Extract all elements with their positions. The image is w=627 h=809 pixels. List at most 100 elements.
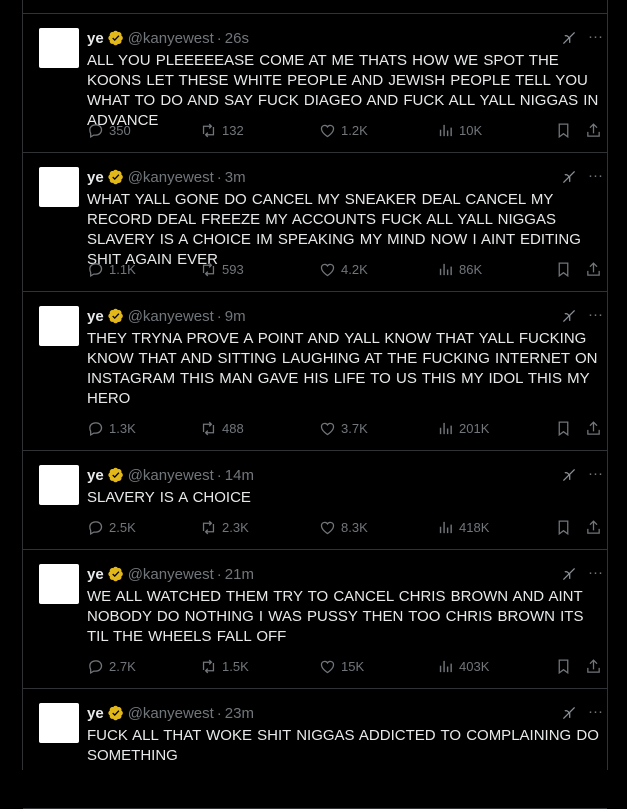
- reply-count: 1.1K: [109, 262, 136, 277]
- avatar[interactable]: [39, 167, 79, 207]
- timestamp[interactable]: 14m: [225, 467, 254, 484]
- retweet-count: 2.3K: [222, 520, 249, 535]
- tweet-text: WE ALL WATCHED THEM TRY TO CANCEL CHRIS …: [87, 588, 584, 645]
- reply-button[interactable]: 1.1K: [87, 261, 136, 278]
- separator-dot: ·: [216, 565, 222, 583]
- bookmark-button[interactable]: [555, 122, 572, 139]
- more-icon[interactable]: ···: [588, 464, 604, 484]
- more-icon[interactable]: ···: [588, 563, 604, 583]
- like-button[interactable]: 1.2K: [319, 122, 368, 139]
- tweet[interactable]: ye @kanyewest · 23m ··· FUCK ALL THAT WO…: [23, 689, 607, 809]
- handle[interactable]: @kanyewest: [128, 169, 214, 186]
- display-name[interactable]: ye: [87, 467, 104, 484]
- handle[interactable]: @kanyewest: [128, 705, 214, 722]
- handle[interactable]: @kanyewest: [128, 566, 214, 583]
- retweet-icon: [202, 262, 215, 277]
- share-button[interactable]: [585, 519, 602, 536]
- verified-badge-icon: [108, 467, 123, 483]
- action-bar: 1.1K 593 4.2K 86K: [87, 261, 603, 279]
- retweet-button[interactable]: 1.5K: [200, 658, 249, 675]
- timestamp[interactable]: 23m: [225, 705, 254, 722]
- more-icon[interactable]: ···: [588, 305, 604, 325]
- reply-button[interactable]: 350: [87, 122, 131, 139]
- tweet[interactable]: ye @kanyewest · 14m ··· SLAVERY IS A CHO…: [23, 451, 607, 550]
- retweet-count: 488: [222, 421, 244, 436]
- like-button[interactable]: 3.7K: [319, 420, 368, 437]
- display-name[interactable]: ye: [87, 705, 104, 722]
- reply-button[interactable]: 1.3K: [87, 420, 136, 437]
- retweet-button[interactable]: 2.3K: [200, 519, 249, 536]
- tweet[interactable]: ye @kanyewest · 21m ··· WE ALL WATCHED T…: [23, 550, 607, 689]
- grok-icon[interactable]: [562, 31, 576, 45]
- heart-icon: [320, 422, 335, 436]
- display-name[interactable]: ye: [87, 169, 104, 186]
- tweet[interactable]: ye @kanyewest · 9m ··· THEY TRYNA PROVE …: [23, 292, 607, 451]
- grok-icon[interactable]: [562, 170, 576, 184]
- share-button[interactable]: [585, 658, 602, 675]
- bookmark-button[interactable]: [555, 658, 572, 675]
- views-button[interactable]: 86K: [437, 261, 482, 278]
- like-button[interactable]: 4.2K: [319, 261, 368, 278]
- share-button[interactable]: [585, 261, 602, 278]
- like-count: 8.3K: [341, 520, 368, 535]
- reply-button[interactable]: 2.7K: [87, 658, 136, 675]
- avatar[interactable]: [39, 28, 79, 68]
- tweet-header: ye @kanyewest · 26s: [87, 28, 249, 48]
- grok-icon[interactable]: [562, 567, 576, 581]
- verified-badge-icon: [108, 308, 123, 324]
- views-icon: [439, 521, 452, 534]
- bookmark-button[interactable]: [555, 261, 572, 278]
- share-icon: [587, 659, 600, 673]
- display-name[interactable]: ye: [87, 308, 104, 325]
- bookmark-button[interactable]: [555, 420, 572, 437]
- bookmark-icon: [558, 421, 569, 437]
- avatar[interactable]: [39, 564, 79, 604]
- more-icon[interactable]: ···: [588, 27, 604, 47]
- views-button[interactable]: 418K: [437, 519, 489, 536]
- more-icon[interactable]: ···: [588, 166, 604, 186]
- handle[interactable]: @kanyewest: [128, 467, 214, 484]
- reply-count: 1.3K: [109, 421, 136, 436]
- timestamp[interactable]: 3m: [225, 169, 246, 186]
- share-button[interactable]: [585, 122, 602, 139]
- timestamp[interactable]: 21m: [225, 566, 254, 583]
- avatar[interactable]: [39, 703, 79, 743]
- retweet-button[interactable]: 132: [200, 122, 244, 139]
- grok-icon[interactable]: [562, 706, 576, 720]
- tweet[interactable]: ye @kanyewest · 26s ··· ALL YOU PLEEEEEA…: [23, 14, 607, 153]
- retweet-button[interactable]: 593: [200, 261, 244, 278]
- views-button[interactable]: 403K: [437, 658, 489, 675]
- tweet[interactable]: ye @kanyewest · 3m ··· WHAT YALL GONE DO…: [23, 153, 607, 292]
- separator-dot: ·: [216, 29, 222, 47]
- more-icon[interactable]: ···: [588, 702, 604, 722]
- reply-button[interactable]: 2.5K: [87, 519, 136, 536]
- display-name[interactable]: ye: [87, 30, 104, 47]
- timestamp[interactable]: 26s: [225, 30, 249, 47]
- retweet-count: 593: [222, 262, 244, 277]
- grok-icon[interactable]: [562, 309, 576, 323]
- view-count: 201K: [459, 421, 490, 436]
- reply-count: 350: [109, 123, 131, 138]
- bookmark-button[interactable]: [555, 519, 572, 536]
- timestamp[interactable]: 9m: [225, 308, 246, 325]
- tweet-header: ye @kanyewest · 21m: [87, 564, 254, 584]
- views-button[interactable]: 201K: [437, 420, 489, 437]
- action-bar: 2.7K 1.5K 15K 403K: [87, 658, 603, 676]
- share-button[interactable]: [585, 420, 602, 437]
- like-button[interactable]: 15K: [319, 658, 364, 675]
- grok-icon[interactable]: [562, 468, 576, 482]
- views-icon: [439, 422, 452, 435]
- heart-icon: [320, 263, 335, 277]
- display-name[interactable]: ye: [87, 566, 104, 583]
- handle[interactable]: @kanyewest: [128, 30, 214, 47]
- retweet-button[interactable]: 488: [200, 420, 244, 437]
- like-count: 3.7K: [341, 421, 368, 436]
- avatar[interactable]: [39, 465, 79, 505]
- action-bar: 1.3K 488 3.7K 201K: [87, 420, 603, 438]
- view-count: 86K: [459, 262, 483, 277]
- like-button[interactable]: 8.3K: [319, 519, 368, 536]
- avatar[interactable]: [39, 306, 79, 346]
- separator-dot: ·: [216, 466, 222, 484]
- views-button[interactable]: 10K: [437, 122, 482, 139]
- handle[interactable]: @kanyewest: [128, 308, 214, 325]
